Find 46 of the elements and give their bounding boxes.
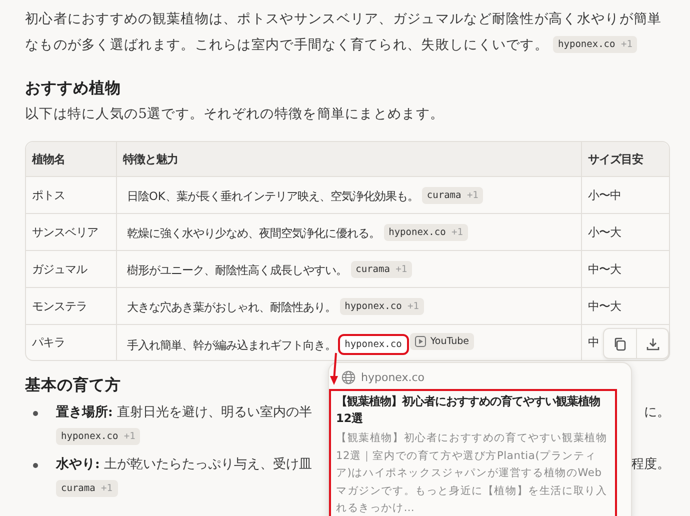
table-cell: サンスベリア [26,214,116,251]
preview-content[interactable]: 【観葉植物】初心者におすすめの育てやすい観葉植物12選 【観葉植物】初心者におすすめの育てやすい観葉植物12選｜室内での育て方や選び方Plantia(プランティア)はハイポネックスジャパンが運営する植物のWebマガジンです。もっと身近に【植物】を生活に取り入れるきっかけ… [329,389,617,516]
table-cell: 樹形がユニーク、耐陰性高く成長しやすい。 [127,264,347,276]
table-cell: 中〜大 [588,300,621,312]
table-cell: ガジュマル [26,251,116,288]
section-paragraph: 以下は特に人気の5選です。それぞれの特徴を簡単にまとめます。 [25,105,446,124]
annotation-arrow [327,352,341,386]
column-header: サイズ目安 [581,142,669,177]
source-chip[interactable]: hyponex.co +1 [56,428,140,445]
table-cell: 大きな穴あき葉がおしゃれ、耐陰性あり。 [127,300,336,314]
table-cell: 手入れ簡単、幹が編み込まれギフト向き。 [127,338,336,352]
column-header: 植物名 [26,142,116,177]
source-chip[interactable]: hyponex.co +1 [384,224,468,240]
site-name: hyponex.co [361,371,425,384]
table-cell: 乾燥に強く水やり少なめ、夜間空気浄化に優れる。 [127,226,380,240]
table-cell: 日陰OK、葉が長く垂れインテリア映え、空気浄化効果も。 [127,190,418,202]
list-item-text-start: 置き場所: 直射日光を避け、明るい室内の半 [56,404,312,422]
copy-icon [613,336,627,350]
table-cell-text: パキラ [31,335,66,351]
section-heading: おすすめ植物 [25,78,121,99]
source-chip[interactable]: hyponex.co +1 [553,36,638,53]
bullet-icon [33,411,38,416]
source-chip[interactable]: hyponex.co [340,336,407,352]
video-source-chip[interactable]: YouTube [410,332,474,350]
table-cell: モンステラ [26,288,116,325]
source-chip[interactable]: curama +1 [350,260,412,278]
list-item-text-end: に。 [644,404,670,422]
preview-description: 【観葉植物】初心者におすすめの育てやすい観葉植物12選｜室内での育て方や選び方Plantia(プランティア)はハイポネックスジャパンが運営する植物のWebマガジンです。もっと身近に【植物】を生活に取り入れるきっかけ… [336,431,608,516]
column-header: 特徴と魅力 [116,142,581,177]
bullet-icon [33,463,38,468]
intro-paragraph: 初心者におすすめの観葉植物は、ポトスやサンスベリア、ガジュマルなど耐陰性が高く水やりが簡単なものが多く選ばれます。これらは室内で手間なく育てられ、失敗しにくいです。 hyponex.co +1 [25,10,663,55]
list-item-text-start: 水やり: 土が乾いたらたっぷり与え、受け皿 [56,456,312,474]
preview-title: 【観葉植物】初心者におすすめの育てやすい観葉植物12選 [336,394,601,427]
source-chip[interactable]: hyponex.co +1 [340,298,424,314]
globe-icon [341,370,356,385]
source-chip[interactable]: curama +1 [56,480,118,497]
table-cell: 中〜大 [588,262,621,276]
table-cell: ポトス [26,177,116,214]
list-item-text-end: 程度。 [631,456,670,474]
table-cell: 小〜大 [588,226,621,238]
download-icon [646,336,660,350]
source-chip[interactable]: curama +1 [422,186,484,204]
play-icon [415,336,426,346]
table-cell: 中 [588,336,599,349]
section-heading: 基本の育て方 [25,375,121,396]
table-cell: 小〜中 [588,188,621,202]
